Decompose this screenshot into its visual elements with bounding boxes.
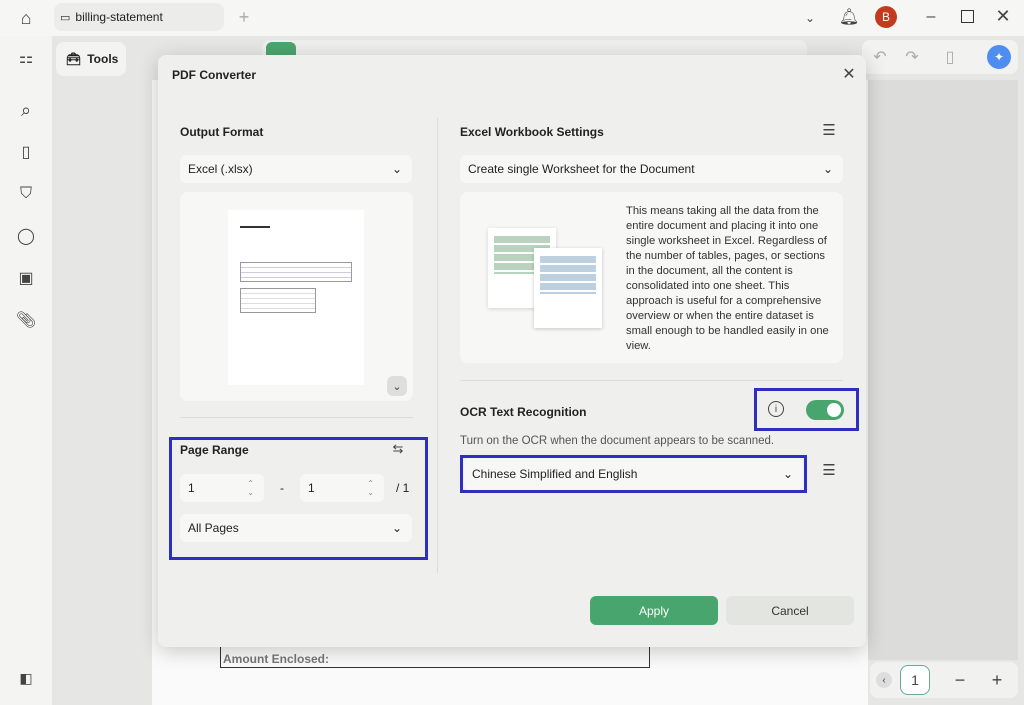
worksheet-select-value: Create single Worksheet for the Document xyxy=(468,162,695,176)
pages-select[interactable]: All Pages ⌄ xyxy=(180,514,412,542)
minimize-icon[interactable]: – xyxy=(920,6,942,28)
apply-button[interactable]: Apply xyxy=(590,596,718,625)
undo-icon[interactable]: ↶ xyxy=(870,46,890,68)
range-to-input[interactable]: 1 ⌃ ⌄ xyxy=(300,474,384,502)
info-icon[interactable]: i xyxy=(768,401,784,417)
page-icon[interactable]: ▯ xyxy=(14,140,38,164)
document-background xyxy=(868,80,1018,660)
chevron-down-icon[interactable]: ⌄ xyxy=(800,8,820,28)
left-sidebar: ⚏ ⌕ ▯ ⛉ ◯ ▣ 📎︎ ◧ xyxy=(0,36,52,705)
bookmark-icon[interactable]: ⛉ xyxy=(14,182,38,206)
pdf-converter-dialog: PDF Converter ✕ Output Format Excel (.xl… xyxy=(158,55,866,647)
range-to-value: 1 xyxy=(308,481,315,495)
ocr-settings-sliders-icon[interactable]: ☰ xyxy=(818,459,840,481)
ocr-language-select[interactable]: Chinese Simplified and English ⌄ xyxy=(464,458,803,490)
tools-button[interactable]: 🧰︎ Tools xyxy=(56,42,126,76)
save-icon[interactable]: ▯ xyxy=(940,46,960,68)
worksheet-select[interactable]: Create single Worksheet for the Document… xyxy=(460,155,843,183)
page-range-label: Page Range xyxy=(180,443,249,457)
new-tab-icon[interactable]: + xyxy=(234,6,254,28)
prev-page-icon[interactable]: ‹ xyxy=(876,672,892,688)
toolbox-icon: 🧰︎ xyxy=(66,52,82,66)
excel-settings-label: Excel Workbook Settings xyxy=(460,125,604,139)
avatar[interactable]: B xyxy=(875,6,897,28)
stepper-icon[interactable]: ⌃ ⌄ xyxy=(367,479,374,497)
tab-billing-statement[interactable]: ▭ billing-statement xyxy=(54,3,224,31)
chevron-down-icon: ⌄ xyxy=(822,162,833,176)
range-separator: - xyxy=(280,481,284,495)
ocr-label: OCR Text Recognition xyxy=(460,405,587,419)
ocr-toggle[interactable] xyxy=(806,400,844,420)
worksheet-description-box: This means taking all the data from the … xyxy=(460,192,843,363)
close-icon[interactable]: ✕ xyxy=(992,5,1014,27)
paperclip-icon[interactable]: 📎︎ xyxy=(14,308,38,332)
zoom-in-icon[interactable]: + xyxy=(987,668,1007,692)
tab-label: billing-statement xyxy=(75,10,163,24)
dialog-title: PDF Converter xyxy=(172,68,257,82)
expand-preview-icon[interactable]: ⌄ xyxy=(387,376,407,396)
range-total: / 1 xyxy=(396,481,410,495)
output-format-label: Output Format xyxy=(180,125,264,139)
output-format-select[interactable]: Excel (.xlsx) ⌄ xyxy=(180,155,412,183)
pages-select-value: All Pages xyxy=(188,521,239,535)
range-from-value: 1 xyxy=(188,481,195,495)
attachment-list-icon[interactable]: ▣ xyxy=(14,266,38,290)
chevron-down-icon: ⌄ xyxy=(391,521,402,535)
bell-icon[interactable]: 🔔︎ xyxy=(838,6,860,28)
range-from-input[interactable]: 1 ⌃ ⌄ xyxy=(180,474,264,502)
close-dialog-icon[interactable]: ✕ xyxy=(838,63,860,85)
page-range-swap-icon[interactable]: ⇆ xyxy=(388,439,408,459)
stepper-icon[interactable]: ⌃ ⌄ xyxy=(247,479,254,497)
sidebar-toggle-icon[interactable]: ◧ xyxy=(14,666,38,690)
cancel-button[interactable]: Cancel xyxy=(726,596,854,625)
preview-box: ⌄ xyxy=(180,192,413,401)
settings-sliders-icon[interactable]: ☰ xyxy=(818,119,840,141)
comment-icon[interactable]: ◯ xyxy=(14,224,38,248)
search-icon[interactable]: ⌕ xyxy=(14,98,38,122)
divider xyxy=(460,380,843,381)
ocr-language-value: Chinese Simplified and English xyxy=(472,467,638,481)
output-format-value: Excel (.xlsx) xyxy=(188,162,253,176)
chevron-down-icon: ⌄ xyxy=(391,162,402,176)
apps-grid-icon[interactable]: ⚏ xyxy=(14,46,38,70)
worksheet-description: This means taking all the data from the … xyxy=(626,205,829,352)
maximize-icon[interactable] xyxy=(961,10,974,23)
chevron-down-icon: ⌄ xyxy=(782,467,793,481)
vertical-divider xyxy=(437,118,438,573)
home-icon[interactable]: ⌂ xyxy=(14,6,38,30)
ocr-hint: Turn on the OCR when the document appear… xyxy=(460,435,775,447)
ai-assistant-icon[interactable]: ✦ xyxy=(987,45,1011,69)
monitor-icon: ▭ xyxy=(60,11,71,24)
document-thumbnail xyxy=(228,210,364,385)
redo-icon[interactable]: ↷ xyxy=(902,46,922,68)
title-bar: ⌂ ▭ billing-statement + ⌄ 🔔︎ B – ✕ xyxy=(0,0,1024,36)
zoom-out-icon[interactable]: − xyxy=(950,668,970,692)
tools-label: Tools xyxy=(87,52,119,66)
right-toolbar: ↶ ↷ ▯ ✦ xyxy=(862,40,1018,74)
page-number-input[interactable]: 1 xyxy=(900,665,930,695)
page-navigator: ‹ 1 − + xyxy=(870,662,1018,698)
worksheet-illustration xyxy=(534,248,602,328)
divider xyxy=(180,417,413,418)
